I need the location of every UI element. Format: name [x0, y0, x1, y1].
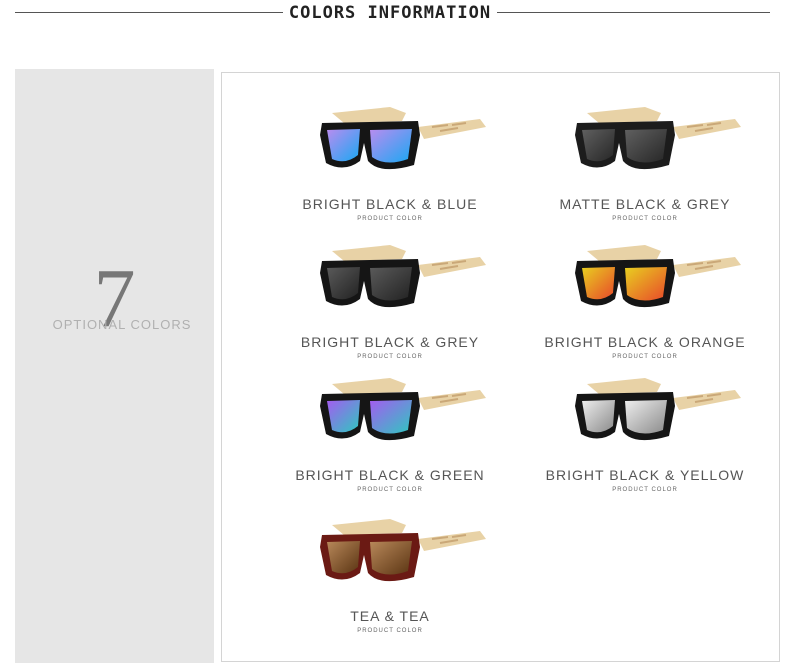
sunglasses-icon: [320, 107, 486, 170]
header-divider-left: [15, 12, 283, 13]
sidebar-panel: 7 OPTIONAL COLORS: [15, 69, 214, 663]
product-color-label: PRODUCT COLOR: [612, 354, 678, 360]
product-item[interactable]: MATTE BLACK & GREY PRODUCT COLOR: [525, 103, 765, 228]
product-color-label: PRODUCT COLOR: [357, 216, 423, 222]
sunglasses-icon: [575, 107, 741, 170]
product-color-label: PRODUCT COLOR: [612, 216, 678, 222]
product-name: BRIGHT BLACK & BLUE: [302, 196, 478, 212]
product-item[interactable]: BRIGHT BLACK & YELLOW PRODUCT COLOR: [525, 374, 765, 499]
product-item[interactable]: BRIGHT BLACK & GREEN PRODUCT COLOR: [270, 374, 510, 499]
product-item[interactable]: BRIGHT BLACK & GREY PRODUCT COLOR: [270, 241, 510, 366]
product-item[interactable]: TEA & TEA PRODUCT COLOR: [270, 515, 510, 640]
product-color-label: PRODUCT COLOR: [357, 628, 423, 634]
product-name: BRIGHT BLACK & GREEN: [295, 467, 485, 483]
product-name: BRIGHT BLACK & YELLOW: [545, 467, 745, 483]
product-name: BRIGHT BLACK & GREY: [300, 334, 480, 350]
sunglasses-icon: [320, 245, 486, 308]
product-color-label: PRODUCT COLOR: [612, 487, 678, 493]
sunglasses-icon: [320, 519, 486, 582]
product-grid: BRIGHT BLACK & BLUE PRODUCT COLOR MATTE …: [221, 72, 780, 662]
product-name: BRIGHT BLACK & ORANGE: [544, 334, 746, 350]
product-color-label: PRODUCT COLOR: [357, 354, 423, 360]
optional-colors-label: OPTIONAL COLORS: [52, 317, 192, 332]
sunglasses-icon: [320, 378, 486, 441]
product-name: TEA & TEA: [350, 608, 430, 624]
product-color-label: PRODUCT COLOR: [357, 487, 423, 493]
product-item[interactable]: BRIGHT BLACK & BLUE PRODUCT COLOR: [270, 103, 510, 228]
page-title: COLORS INFORMATION: [288, 3, 492, 23]
sunglasses-icon: [575, 378, 741, 441]
product-item[interactable]: BRIGHT BLACK & ORANGE PRODUCT COLOR: [525, 241, 765, 366]
product-name: MATTE BLACK & GREY: [559, 196, 731, 212]
header-divider-right: [497, 12, 770, 13]
sunglasses-icon: [575, 245, 741, 308]
